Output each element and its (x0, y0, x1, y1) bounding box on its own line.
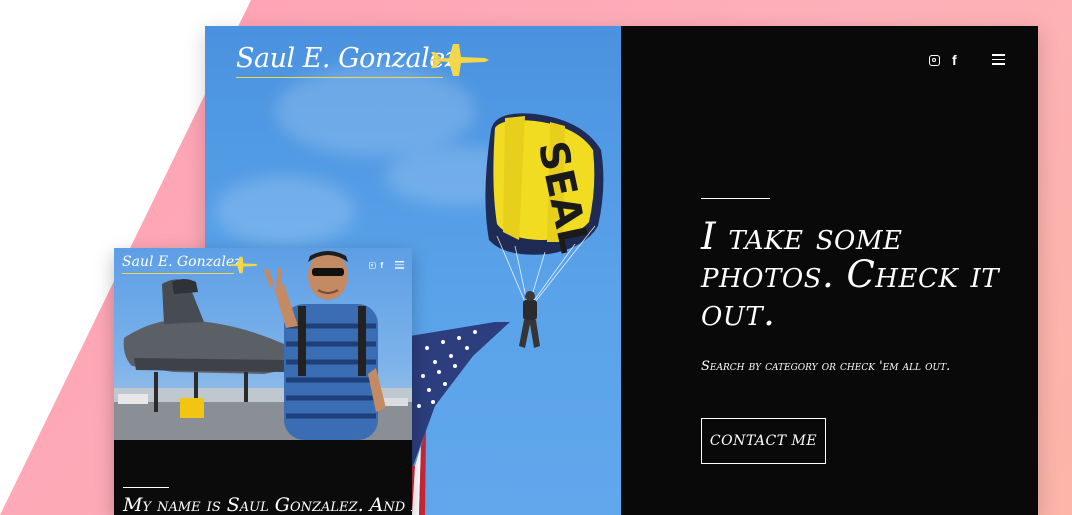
hero-text-panel: f I take some photos. Check it out. Sear… (621, 26, 1038, 515)
fighter-jet-icon (228, 256, 258, 274)
mobile-hamburger-menu-icon[interactable] (395, 261, 405, 269)
mobile-preview: Saul E. Gonzalez f My name is Saul Gonza… (114, 248, 412, 515)
headline-divider (701, 198, 770, 199)
site-logo[interactable]: Saul E. Gonzalez (236, 40, 496, 85)
logo-text: Saul E. Gonzalez (236, 43, 459, 74)
mobile-logo-underline (122, 273, 234, 274)
fighter-jet-icon (431, 44, 489, 76)
mobile-headline-divider (123, 487, 169, 488)
logo-underline (236, 77, 443, 78)
hero-subline: Search by category or check 'em all out. (701, 359, 951, 374)
instagram-icon[interactable] (929, 54, 940, 66)
mobile-headline: My name is Saul Gonzalez. And I (123, 494, 412, 515)
hamburger-menu-icon[interactable] (992, 54, 1005, 65)
mobile-hero-photo: Saul E. Gonzalez f (114, 248, 412, 440)
social-links: f (929, 53, 957, 67)
contact-me-button[interactable]: CONTACT ME (701, 418, 826, 464)
facebook-icon[interactable]: f (380, 261, 383, 269)
jet-and-person-illustration (114, 251, 412, 440)
mobile-social-links: f (369, 261, 383, 269)
instagram-icon[interactable] (369, 261, 376, 269)
hero-headline: I take some photos. Check it out. (701, 215, 1000, 334)
mobile-logo-text[interactable]: Saul E. Gonzalez (122, 254, 242, 270)
facebook-icon[interactable]: f (952, 53, 957, 67)
